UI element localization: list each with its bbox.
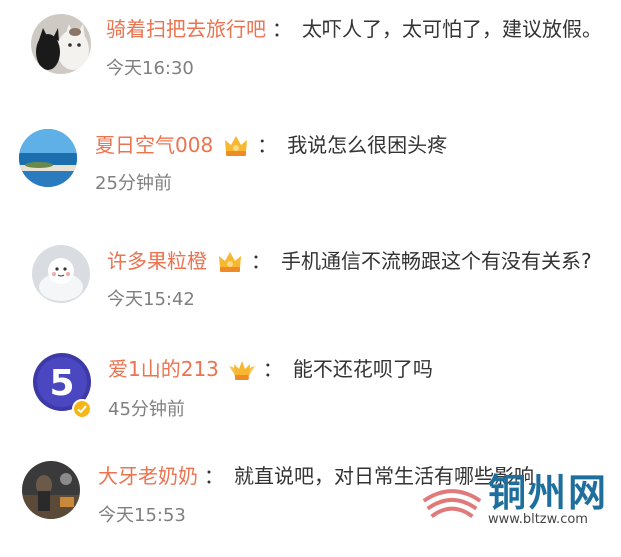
comment-time: 今天15:42 (107, 289, 195, 310)
comment-time: 今天15:53 (98, 505, 186, 526)
separator-colon: ： (272, 17, 292, 41)
user-avatar[interactable] (22, 461, 80, 519)
separator-colon: ： (251, 249, 271, 273)
username[interactable]: 许多果粒橙 (107, 247, 207, 275)
avatar-label: 5 (49, 363, 74, 404)
username[interactable]: 夏日空气008 (95, 131, 213, 159)
user-avatar[interactable] (31, 14, 91, 74)
comment-text: 我说怎么很困头疼 (287, 133, 448, 157)
comment-item: 许多果粒橙 ： 手机通信不流畅跟这个有没有关系? 今天15:42 (0, 231, 621, 341)
comment-time: 25分钟前 (95, 173, 172, 194)
comment-item: 夏日空气008 ： 我说怎么很困头疼 25分钟前 (0, 115, 621, 225)
watermark-logo-icon (422, 489, 482, 518)
badge-level-label: 8 (248, 374, 254, 383)
comment-text: 能不还花呗了吗 (292, 357, 433, 381)
snowman-avatar-icon (32, 245, 90, 303)
winged-crown-badge-icon: 8 (227, 354, 257, 384)
comment-text: 太吓人了，太可怕了，建议放假。 (302, 17, 602, 41)
dark-photo-avatar-icon (22, 461, 80, 519)
beach-avatar-icon (19, 129, 77, 187)
watermark-url: www.bltzw.com (488, 512, 588, 527)
comment-text: 手机通信不流畅跟这个有没有关系? (281, 249, 592, 273)
cat-avatar-icon (31, 14, 91, 74)
crown-badge-icon (221, 130, 251, 160)
user-avatar[interactable] (32, 245, 90, 303)
comment-item: 骑着扫把去旅行吧 ： 太吓人了，太可怕了，建议放假。 今天16:30 (0, 0, 621, 110)
crown-badge-icon (215, 246, 245, 276)
site-watermark: 铜州网 www.bltzw.com (418, 456, 618, 536)
separator-colon: ： (204, 464, 224, 488)
verified-badge-icon (72, 399, 92, 419)
comment-time: 45分钟前 (108, 399, 185, 420)
user-avatar[interactable] (19, 129, 77, 187)
separator-colon: ： (257, 133, 278, 157)
comment-time: 今天16:30 (106, 58, 194, 79)
watermark-title: 铜州网 (488, 470, 609, 515)
comment-item: 5 爱1山的213 8 ： 能不还花呗了吗 45分钟前 (0, 339, 621, 449)
username[interactable]: 爱1山的213 (108, 355, 219, 383)
separator-colon: ： (262, 357, 283, 381)
username[interactable]: 骑着扫把去旅行吧 (106, 15, 266, 43)
username[interactable]: 大牙老奶奶 (98, 462, 198, 490)
